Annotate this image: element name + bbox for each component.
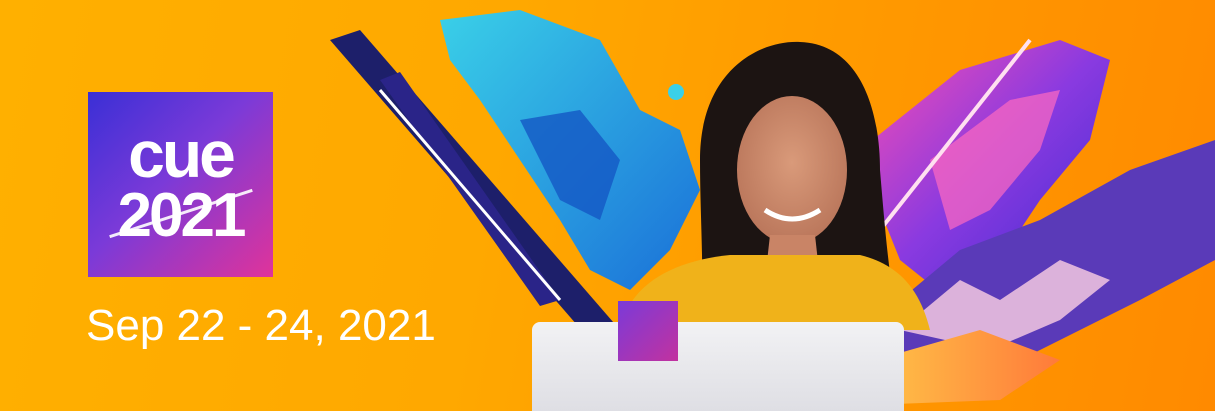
logo-word: cue xyxy=(128,116,236,191)
woman-face xyxy=(737,96,847,244)
laptop-sticker xyxy=(618,301,678,361)
blue-dot xyxy=(668,84,684,100)
event-logo: cue 2021 xyxy=(88,92,273,277)
logo-year: 2021 xyxy=(118,184,247,247)
event-banner: cue 2021 Sep 22 - 24, 2021 xyxy=(0,0,1215,411)
event-dates: Sep 22 - 24, 2021 xyxy=(86,301,436,350)
laptop-icon xyxy=(532,322,904,411)
